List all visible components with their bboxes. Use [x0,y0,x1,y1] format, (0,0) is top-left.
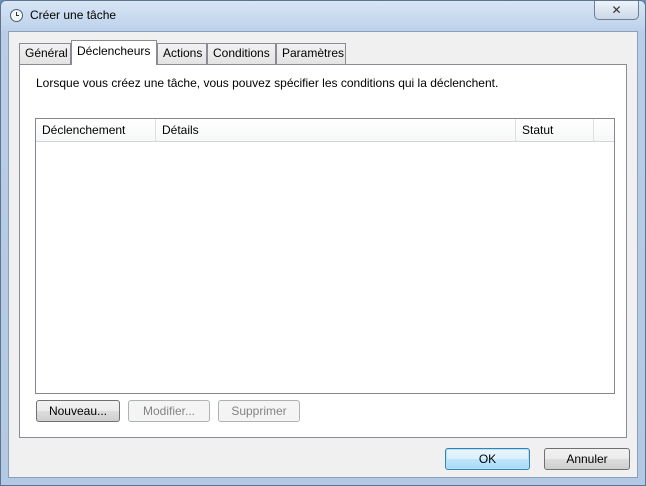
column-header-trigger[interactable]: Déclenchement [36,119,156,141]
tab-general[interactable]: Général [19,43,71,64]
tab-conditions[interactable]: Conditions [207,43,276,64]
triggers-list[interactable]: Déclenchement Détails Statut [35,118,615,394]
triggers-list-header: Déclenchement Détails Statut [36,119,614,142]
edit-trigger-button[interactable]: Modifier... [128,400,210,422]
triggers-description: Lorsque vous créez une tâche, vous pouve… [36,76,499,90]
create-task-window: Créer une tâche ✕ Général Déclencheurs A… [0,0,646,486]
column-header-status[interactable]: Statut [516,119,594,141]
close-icon: ✕ [611,3,622,17]
title-bar[interactable]: Créer une tâche ✕ [1,1,645,31]
close-button[interactable]: ✕ [594,1,639,20]
window-title: Créer une tâche [30,8,117,22]
tab-triggers[interactable]: Déclencheurs [71,40,157,65]
clock-icon [10,9,23,22]
ok-button[interactable]: OK [445,448,530,470]
tab-settings[interactable]: Paramètres [276,43,346,64]
tab-actions[interactable]: Actions [157,43,207,64]
column-header-details[interactable]: Détails [156,119,516,141]
new-trigger-button[interactable]: Nouveau... [36,400,120,422]
delete-trigger-button[interactable]: Supprimer [218,400,300,422]
triggers-tab-panel: Lorsque vous créez une tâche, vous pouve… [19,64,627,438]
dialog-client-area: Général Déclencheurs Actions Conditions … [8,31,638,478]
cancel-button[interactable]: Annuler [544,448,630,470]
